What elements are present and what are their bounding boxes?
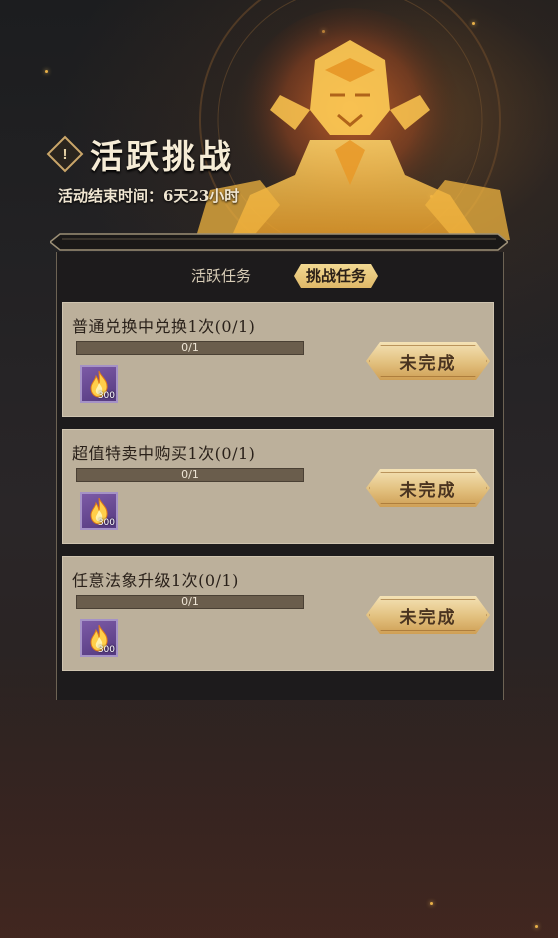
panel-ornament-bar — [50, 233, 508, 251]
task-progress-bar: 0/1 — [76, 341, 304, 355]
reward-item[interactable]: 300 — [80, 492, 118, 530]
task-status-button[interactable]: 未完成 — [366, 342, 490, 380]
tab-bar: 活跃任务 挑战任务 — [58, 258, 500, 298]
task-status-button[interactable]: 未完成 — [366, 596, 490, 634]
spark-decoration — [430, 902, 433, 905]
status-label: 未完成 — [399, 353, 457, 374]
progress-text: 0/1 — [181, 341, 199, 354]
alert-mark: ! — [62, 145, 68, 163]
spark-decoration — [535, 925, 538, 928]
task-card-2: 超值特卖中购买1次(0/1) 0/1 300 未完成 — [62, 429, 494, 544]
golden-deity-illustration — [195, 0, 510, 245]
event-end-time: 活动结束时间：6天23小时 — [58, 187, 240, 205]
task-card-3: 任意法象升级1次(0/1) 0/1 300 未完成 — [62, 556, 494, 671]
reward-item[interactable]: 300 — [80, 365, 118, 403]
status-label: 未完成 — [399, 480, 457, 501]
status-label: 未完成 — [399, 607, 457, 628]
task-title: 普通兑换中兑换1次(0/1) — [72, 317, 256, 336]
reward-count: 300 — [97, 391, 115, 401]
page-title: 活跃挑战 — [90, 137, 234, 176]
task-progress-bar: 0/1 — [76, 595, 304, 609]
reward-item[interactable]: 300 — [80, 619, 118, 657]
reward-count: 300 — [97, 518, 115, 528]
reward-count: 300 — [97, 645, 115, 655]
tab-active-tasks[interactable]: 活跃任务 — [183, 264, 259, 288]
task-progress-bar: 0/1 — [76, 468, 304, 482]
progress-text: 0/1 — [181, 595, 199, 608]
task-status-button[interactable]: 未完成 — [366, 469, 490, 507]
progress-text: 0/1 — [181, 468, 199, 481]
alert-diamond-icon: ! — [46, 135, 84, 173]
tab-challenge-tasks[interactable]: 挑战任务 — [294, 264, 378, 288]
title-row: ! 活跃挑战 — [46, 130, 234, 178]
task-card-1: 普通兑换中兑换1次(0/1) 0/1 300 未完成 — [62, 302, 494, 417]
task-title: 任意法象升级1次(0/1) — [72, 571, 239, 590]
task-title: 超值特卖中购买1次(0/1) — [72, 444, 256, 463]
spark-decoration — [45, 70, 48, 73]
